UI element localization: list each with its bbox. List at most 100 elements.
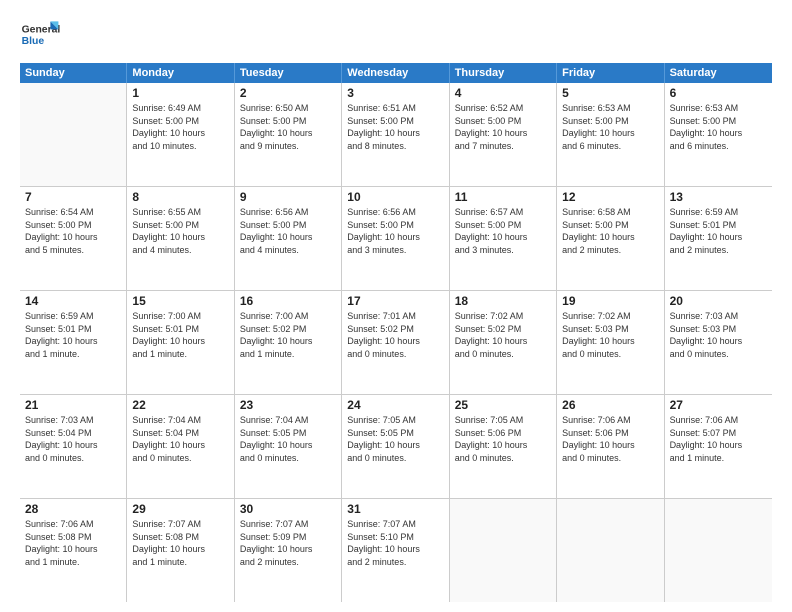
day-number: 8 xyxy=(132,190,228,204)
day-info: Sunrise: 6:49 AM Sunset: 5:00 PM Dayligh… xyxy=(132,102,228,152)
calendar-empty-cell xyxy=(665,499,772,602)
day-info: Sunrise: 6:56 AM Sunset: 5:00 PM Dayligh… xyxy=(347,206,443,256)
calendar-body: 1 Sunrise: 6:49 AM Sunset: 5:00 PM Daylig… xyxy=(20,83,772,602)
calendar-day-9: 9 Sunrise: 6:56 AM Sunset: 5:00 PM Daylig… xyxy=(235,187,342,290)
day-number: 5 xyxy=(562,86,658,100)
day-number: 3 xyxy=(347,86,443,100)
day-info: Sunrise: 7:00 AM Sunset: 5:02 PM Dayligh… xyxy=(240,310,336,360)
calendar-day-17: 17 Sunrise: 7:01 AM Sunset: 5:02 PM Dayli… xyxy=(342,291,449,394)
calendar-day-7: 7 Sunrise: 6:54 AM Sunset: 5:00 PM Daylig… xyxy=(20,187,127,290)
logo-icon: General Blue xyxy=(20,15,60,55)
calendar-day-27: 27Sunrise: 7:06 AM Sunset: 5:07 PM Dayli… xyxy=(665,395,772,498)
day-info: Sunrise: 6:54 AM Sunset: 5:00 PM Dayligh… xyxy=(25,206,121,256)
day-number: 4 xyxy=(455,86,551,100)
calendar-empty-cell xyxy=(557,499,664,602)
day-number: 14 xyxy=(25,294,121,308)
calendar-day-2: 2 Sunrise: 6:50 AM Sunset: 5:00 PM Daylig… xyxy=(235,83,342,186)
calendar-day-1: 1 Sunrise: 6:49 AM Sunset: 5:00 PM Daylig… xyxy=(127,83,234,186)
calendar-week-4: 21 Sunrise: 7:03 AM Sunset: 5:04 PM Dayli… xyxy=(20,395,772,499)
day-number: 26 xyxy=(562,398,658,412)
header-day-wednesday: Wednesday xyxy=(342,63,449,83)
day-number: 13 xyxy=(670,190,767,204)
day-info: Sunrise: 6:59 AM Sunset: 5:01 PM Dayligh… xyxy=(670,206,767,256)
day-info: Sunrise: 7:03 AM Sunset: 5:04 PM Dayligh… xyxy=(25,414,121,464)
calendar-day-8: 8Sunrise: 6:55 AM Sunset: 5:00 PM Daylig… xyxy=(127,187,234,290)
calendar-header: SundayMondayTuesdayWednesdayThursdayFrid… xyxy=(20,63,772,83)
day-info: Sunrise: 6:53 AM Sunset: 5:00 PM Dayligh… xyxy=(562,102,658,152)
day-number: 19 xyxy=(562,294,658,308)
calendar-week-3: 14Sunrise: 6:59 AM Sunset: 5:01 PM Dayli… xyxy=(20,291,772,395)
day-number: 15 xyxy=(132,294,228,308)
day-number: 18 xyxy=(455,294,551,308)
header-day-friday: Friday xyxy=(557,63,664,83)
calendar-day-18: 18Sunrise: 7:02 AM Sunset: 5:02 PM Dayli… xyxy=(450,291,557,394)
calendar-day-19: 19Sunrise: 7:02 AM Sunset: 5:03 PM Dayli… xyxy=(557,291,664,394)
day-info: Sunrise: 7:07 AM Sunset: 5:09 PM Dayligh… xyxy=(240,518,336,568)
day-info: Sunrise: 7:06 AM Sunset: 5:06 PM Dayligh… xyxy=(562,414,658,464)
day-number: 2 xyxy=(240,86,336,100)
calendar-day-16: 16Sunrise: 7:00 AM Sunset: 5:02 PM Dayli… xyxy=(235,291,342,394)
calendar-day-25: 25 Sunrise: 7:05 AM Sunset: 5:06 PM Dayli… xyxy=(450,395,557,498)
calendar-week-1: 1 Sunrise: 6:49 AM Sunset: 5:00 PM Daylig… xyxy=(20,83,772,187)
calendar-day-11: 11 Sunrise: 6:57 AM Sunset: 5:00 PM Dayli… xyxy=(450,187,557,290)
day-info: Sunrise: 7:04 AM Sunset: 5:05 PM Dayligh… xyxy=(240,414,336,464)
calendar-day-26: 26 Sunrise: 7:06 AM Sunset: 5:06 PM Dayli… xyxy=(557,395,664,498)
day-info: Sunrise: 6:53 AM Sunset: 5:00 PM Dayligh… xyxy=(670,102,767,152)
day-number: 30 xyxy=(240,502,336,516)
logo: General Blue xyxy=(20,15,60,55)
day-number: 20 xyxy=(670,294,767,308)
day-number: 12 xyxy=(562,190,658,204)
day-info: Sunrise: 6:57 AM Sunset: 5:00 PM Dayligh… xyxy=(455,206,551,256)
calendar-day-29: 29Sunrise: 7:07 AM Sunset: 5:08 PM Dayli… xyxy=(127,499,234,602)
day-number: 22 xyxy=(132,398,228,412)
day-info: Sunrise: 7:05 AM Sunset: 5:06 PM Dayligh… xyxy=(455,414,551,464)
calendar-day-14: 14Sunrise: 6:59 AM Sunset: 5:01 PM Dayli… xyxy=(20,291,127,394)
day-info: Sunrise: 7:00 AM Sunset: 5:01 PM Dayligh… xyxy=(132,310,228,360)
day-number: 7 xyxy=(25,190,121,204)
header-day-monday: Monday xyxy=(127,63,234,83)
day-number: 1 xyxy=(132,86,228,100)
day-number: 10 xyxy=(347,190,443,204)
calendar-day-28: 28 Sunrise: 7:06 AM Sunset: 5:08 PM Dayli… xyxy=(20,499,127,602)
day-info: Sunrise: 7:06 AM Sunset: 5:08 PM Dayligh… xyxy=(25,518,121,568)
day-info: Sunrise: 7:04 AM Sunset: 5:04 PM Dayligh… xyxy=(132,414,228,464)
calendar-day-5: 5 Sunrise: 6:53 AM Sunset: 5:00 PM Daylig… xyxy=(557,83,664,186)
calendar-day-15: 15 Sunrise: 7:00 AM Sunset: 5:01 PM Dayli… xyxy=(127,291,234,394)
calendar-week-2: 7 Sunrise: 6:54 AM Sunset: 5:00 PM Daylig… xyxy=(20,187,772,291)
day-number: 9 xyxy=(240,190,336,204)
day-number: 24 xyxy=(347,398,443,412)
calendar-day-10: 10 Sunrise: 6:56 AM Sunset: 5:00 PM Dayli… xyxy=(342,187,449,290)
day-info: Sunrise: 7:05 AM Sunset: 5:05 PM Dayligh… xyxy=(347,414,443,464)
day-number: 31 xyxy=(347,502,443,516)
calendar-week-5: 28 Sunrise: 7:06 AM Sunset: 5:08 PM Dayli… xyxy=(20,499,772,602)
day-number: 28 xyxy=(25,502,121,516)
header-day-tuesday: Tuesday xyxy=(235,63,342,83)
calendar-empty-cell xyxy=(450,499,557,602)
day-info: Sunrise: 7:07 AM Sunset: 5:08 PM Dayligh… xyxy=(132,518,228,568)
day-info: Sunrise: 6:56 AM Sunset: 5:00 PM Dayligh… xyxy=(240,206,336,256)
header-day-sunday: Sunday xyxy=(20,63,127,83)
day-number: 25 xyxy=(455,398,551,412)
calendar-day-13: 13 Sunrise: 6:59 AM Sunset: 5:01 PM Dayli… xyxy=(665,187,772,290)
calendar-day-31: 31 Sunrise: 7:07 AM Sunset: 5:10 PM Dayli… xyxy=(342,499,449,602)
day-info: Sunrise: 7:01 AM Sunset: 5:02 PM Dayligh… xyxy=(347,310,443,360)
day-info: Sunrise: 7:07 AM Sunset: 5:10 PM Dayligh… xyxy=(347,518,443,568)
calendar-day-4: 4 Sunrise: 6:52 AM Sunset: 5:00 PM Daylig… xyxy=(450,83,557,186)
day-info: Sunrise: 6:50 AM Sunset: 5:00 PM Dayligh… xyxy=(240,102,336,152)
day-info: Sunrise: 7:06 AM Sunset: 5:07 PM Dayligh… xyxy=(670,414,767,464)
day-number: 11 xyxy=(455,190,551,204)
calendar: SundayMondayTuesdayWednesdayThursdayFrid… xyxy=(20,63,772,602)
svg-text:Blue: Blue xyxy=(22,36,45,47)
calendar-day-22: 22 Sunrise: 7:04 AM Sunset: 5:04 PM Dayli… xyxy=(127,395,234,498)
day-info: Sunrise: 6:58 AM Sunset: 5:00 PM Dayligh… xyxy=(562,206,658,256)
day-info: Sunrise: 6:52 AM Sunset: 5:00 PM Dayligh… xyxy=(455,102,551,152)
day-number: 21 xyxy=(25,398,121,412)
calendar-day-20: 20 Sunrise: 7:03 AM Sunset: 5:03 PM Dayli… xyxy=(665,291,772,394)
day-info: Sunrise: 7:03 AM Sunset: 5:03 PM Dayligh… xyxy=(670,310,767,360)
calendar-empty-cell xyxy=(20,83,127,186)
calendar-day-6: 6Sunrise: 6:53 AM Sunset: 5:00 PM Daylig… xyxy=(665,83,772,186)
calendar-day-21: 21 Sunrise: 7:03 AM Sunset: 5:04 PM Dayli… xyxy=(20,395,127,498)
header: General Blue xyxy=(20,15,772,55)
header-day-saturday: Saturday xyxy=(665,63,772,83)
day-number: 17 xyxy=(347,294,443,308)
